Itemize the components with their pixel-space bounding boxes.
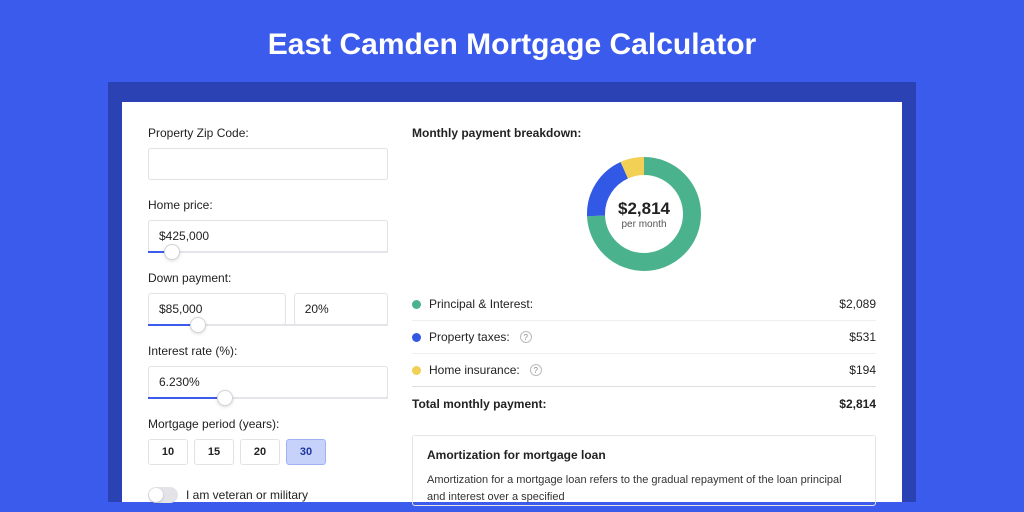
legend-dot	[412, 366, 421, 375]
veteran-toggle[interactable]	[148, 487, 178, 503]
amortization-title: Amortization for mortgage loan	[427, 448, 861, 462]
results-panel: Monthly payment breakdown: $2,814 per mo…	[412, 126, 876, 502]
legend-dot	[412, 300, 421, 309]
page-title: East Camden Mortgage Calculator	[0, 0, 1024, 82]
breakdown-row: Property taxes:? $531	[412, 321, 876, 354]
breakdown-value: $194	[849, 363, 876, 377]
home-price-slider-thumb[interactable]	[164, 244, 180, 260]
interest-slider-fill	[148, 397, 225, 399]
down-payment-input[interactable]	[148, 293, 286, 325]
breakdown-label: Property taxes:	[429, 330, 510, 344]
period-btn-20[interactable]: 20	[240, 439, 280, 465]
amortization-text: Amortization for a mortgage loan refers …	[427, 472, 861, 505]
down-payment-label: Down payment:	[148, 271, 388, 285]
home-price-slider[interactable]	[148, 251, 388, 253]
calculator-card: Property Zip Code: Home price: Down paym…	[122, 102, 902, 502]
interest-group: Interest rate (%):	[148, 344, 388, 399]
donut-chart: $2,814 per month	[584, 154, 704, 274]
help-icon[interactable]: ?	[530, 364, 542, 376]
total-label: Total monthly payment:	[412, 397, 546, 411]
home-price-label: Home price:	[148, 198, 388, 212]
zip-field-group: Property Zip Code:	[148, 126, 388, 180]
interest-slider-thumb[interactable]	[217, 390, 233, 406]
home-price-group: Home price:	[148, 198, 388, 253]
total-row: Total monthly payment: $2,814	[412, 387, 876, 421]
breakdown-value: $2,089	[839, 297, 876, 311]
veteran-label: I am veteran or military	[186, 488, 308, 502]
down-payment-slider[interactable]	[148, 324, 388, 326]
home-price-input[interactable]	[148, 220, 388, 252]
interest-label: Interest rate (%):	[148, 344, 388, 358]
period-btn-10[interactable]: 10	[148, 439, 188, 465]
breakdown-label: Home insurance:	[429, 363, 520, 377]
veteran-row: I am veteran or military	[148, 487, 388, 503]
input-panel: Property Zip Code: Home price: Down paym…	[148, 126, 388, 502]
amortization-box: Amortization for mortgage loan Amortizat…	[412, 435, 876, 506]
toggle-knob	[149, 488, 163, 502]
period-group: Mortgage period (years): 10152030	[148, 417, 388, 465]
period-label: Mortgage period (years):	[148, 417, 388, 431]
interest-input[interactable]	[148, 366, 388, 398]
zip-label: Property Zip Code:	[148, 126, 388, 140]
legend-dot	[412, 333, 421, 342]
period-btn-15[interactable]: 15	[194, 439, 234, 465]
breakdown-row: Principal & Interest: $2,089	[412, 288, 876, 321]
breakdown-label: Principal & Interest:	[429, 297, 533, 311]
period-btn-30[interactable]: 30	[286, 439, 326, 465]
zip-input[interactable]	[148, 148, 388, 180]
donut-value: $2,814	[618, 199, 670, 219]
interest-slider[interactable]	[148, 397, 388, 399]
down-payment-group: Down payment:	[148, 271, 388, 326]
donut-chart-wrap: $2,814 per month	[412, 150, 876, 288]
breakdown-row: Home insurance:? $194	[412, 354, 876, 387]
total-value: $2,814	[839, 397, 876, 411]
breakdown-value: $531	[849, 330, 876, 344]
donut-sub: per month	[621, 219, 666, 230]
down-payment-pct-input[interactable]	[294, 293, 388, 325]
calculator-frame: Property Zip Code: Home price: Down paym…	[108, 82, 916, 502]
help-icon[interactable]: ?	[520, 331, 532, 343]
breakdown-title: Monthly payment breakdown:	[412, 126, 876, 140]
down-payment-slider-thumb[interactable]	[190, 317, 206, 333]
